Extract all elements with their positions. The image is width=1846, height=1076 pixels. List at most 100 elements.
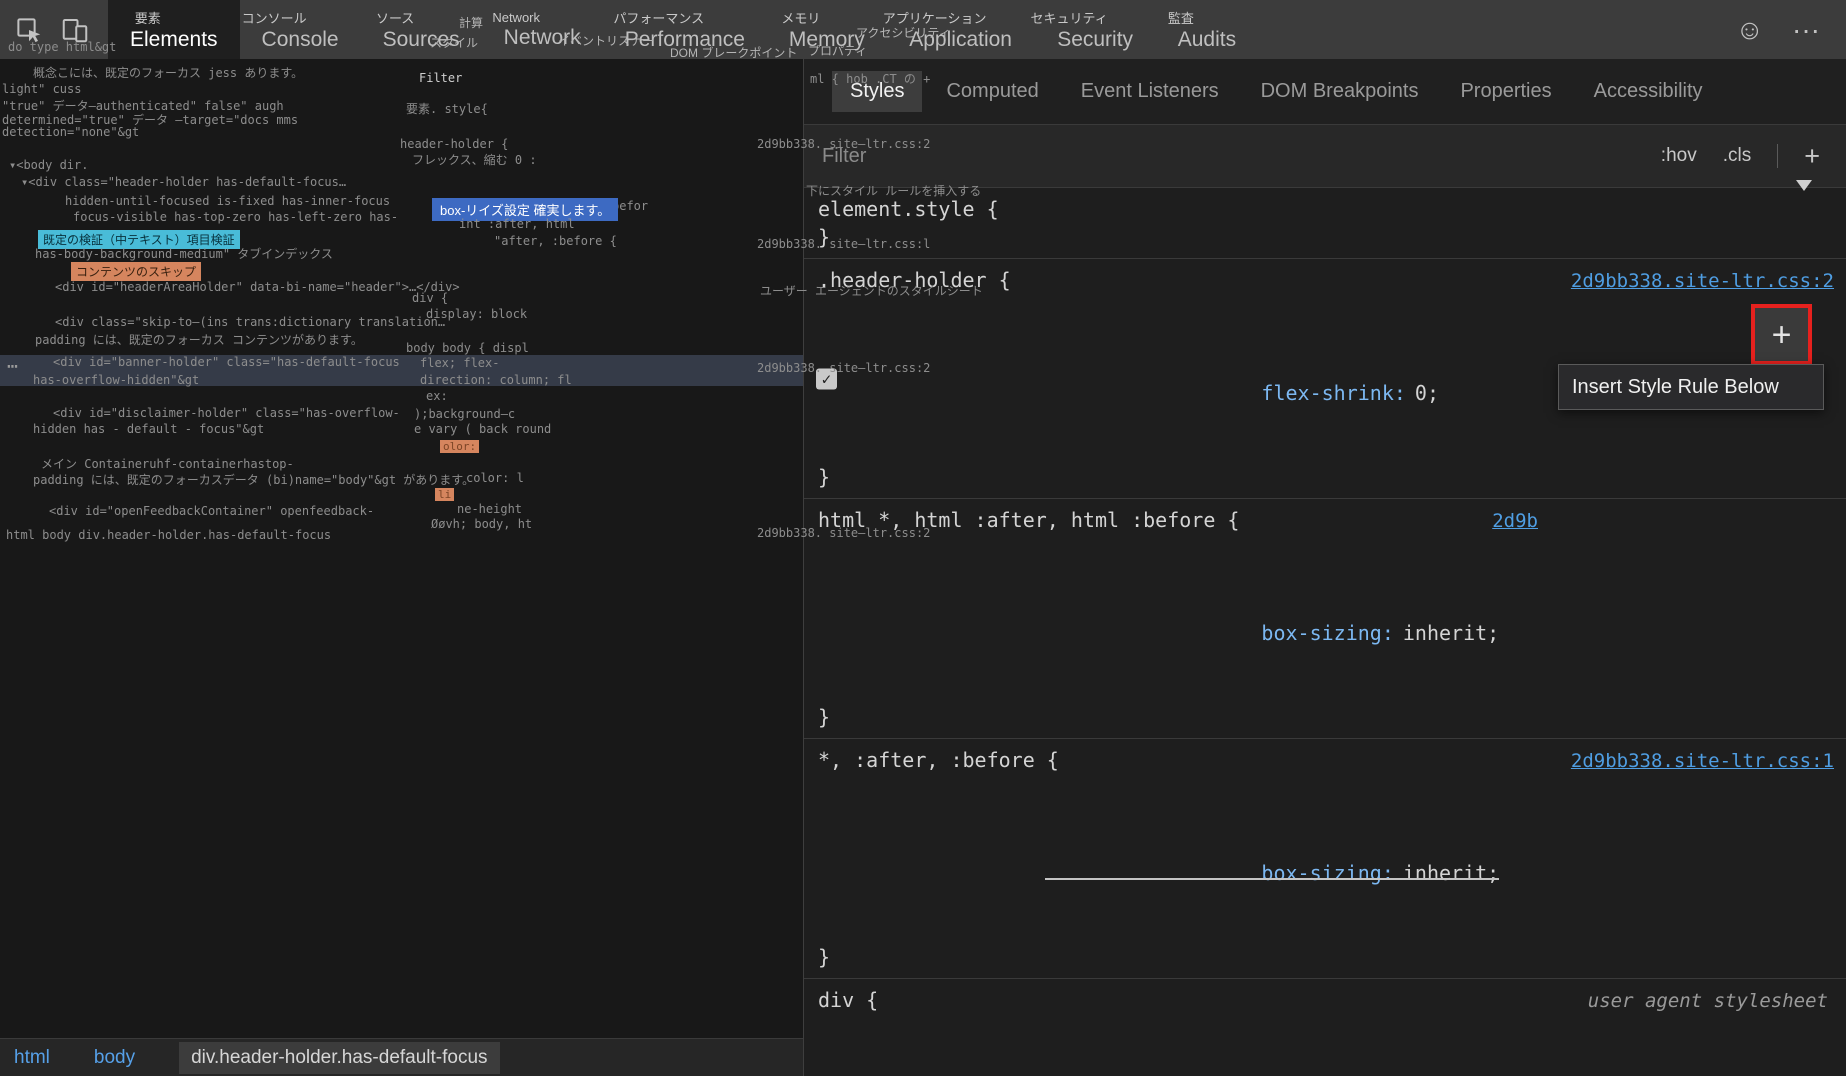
dom-tree-line[interactable]: ▸ <div class= "mainContainer uhf-contain… (0, 902, 803, 932)
rule-selector[interactable]: html *, html :after, html :before { (818, 506, 1492, 534)
styles-panel-tab[interactable]: Accessibility (1576, 71, 1721, 112)
more-menu-icon[interactable]: ··· (1792, 15, 1820, 44)
devtools-tab[interactable]: セキュリティ Security (1031, 0, 1156, 59)
rule-selector[interactable]: .header-holder { (818, 266, 1571, 294)
dom-tree-line[interactable]: ▸ <div class= "content-header uhf-contai… (0, 629, 803, 659)
dom-tree-line[interactable]: hidden has-default-focus" ></div> (0, 841, 803, 871)
rule-closing-brace: } (818, 465, 831, 489)
tab-label-jp: パフォーマンス (613, 10, 705, 26)
toolbar-icon-group (0, 0, 90, 59)
dom-tree-line[interactable]: ▸ <head> … </head> (0, 294, 803, 324)
styles-panel-tab[interactable]: DOM Breakpoints (1243, 71, 1437, 112)
insert-style-rule-button[interactable]: + (1772, 318, 1792, 352)
dom-tree-line[interactable]: …" dir= "ltr" > (0, 325, 803, 355)
breadcrumb-item[interactable]: div.header-holder.has-default-focus (179, 1041, 500, 1074)
devtools-tab[interactable]: 監査 Audits (1156, 0, 1258, 59)
rule-header: html *, html :after, html :before { 2d9b (804, 506, 1846, 535)
css-declaration[interactable]: ✓ display:▶block; (804, 1015, 1846, 1076)
style-rule: *, :after, :before { 2d9bb338.site-ltr.c… (804, 739, 1846, 979)
elements-panel: ass=" hasSidebar hasPageActions hasBread… (0, 59, 804, 1076)
dom-breadcrumb-bar: html body div.header-holder.has-default-… (0, 1038, 803, 1076)
rule-header: .header-holder { 2d9bb338.site-ltr.css:2 (804, 266, 1846, 295)
breadcrumb-item[interactable]: html (14, 1047, 50, 1069)
new-style-rule-button[interactable]: + (1804, 141, 1820, 172)
rule-header: element.style { (804, 195, 1846, 223)
devtools-tab[interactable]: Network Network (482, 0, 603, 59)
device-toolbar-icon[interactable] (60, 15, 90, 45)
dom-tree-line[interactable]: conceptual has-default-focus js visible … (0, 142, 803, 172)
tab-label-en: Application (909, 27, 1012, 51)
devtools-toolbar: 要素 Elements コンソール Console ソース Sources Ne… (0, 0, 1846, 59)
tab-label-en: Audits (1177, 27, 1237, 51)
tab-label-jp: 要素 (134, 10, 161, 26)
dom-tree-line[interactable]: </div> (0, 598, 803, 628)
devtools-tab[interactable]: アプリケーション Application (883, 0, 1035, 59)
devtools-tab[interactable]: メモリ Memory (767, 0, 887, 59)
rule-selector[interactable]: div { (818, 986, 1588, 1014)
toggle-hover-state-button[interactable]: :hov (1661, 145, 1697, 167)
breadcrumb-item[interactable]: body (94, 1047, 135, 1069)
rule-selector[interactable]: element.style { (818, 195, 1834, 223)
rule-header: div { user agent stylesheet (804, 986, 1846, 1015)
feedback-smiley-icon[interactable]: ☺ (1735, 15, 1764, 44)
devtools-tab[interactable]: 要素 Elements (108, 0, 240, 59)
stylesheet-link[interactable]: 2d9bb338.site-ltr.css:1 (1571, 747, 1834, 775)
rule-selector[interactable]: *, :after, :before { (818, 746, 1571, 774)
dom-tree-line[interactable]: has-body-background-medium" tabindex= "1… (0, 507, 803, 537)
declaration-checkbox[interactable]: ✓ (816, 368, 837, 390)
stylesheet-link[interactable]: 2d9bb338.site-ltr.css:2 (1571, 267, 1834, 295)
property-name: flex-shrink: (1261, 381, 1406, 405)
dom-tree-line[interactable]: right-zero has-padding-m edium -text-cen… (0, 477, 803, 507)
dom-tree-line[interactable]: -focused is-fixed has-inner-focus (0, 416, 803, 446)
styles-panel: Styles Computed Event Listeners DOM Brea… (804, 59, 1846, 1076)
property-name: box-sizing: (1261, 621, 1394, 645)
tab-label-jp: アプリケーション (882, 10, 987, 26)
styles-tab-label: Accessibility (1593, 80, 1703, 102)
styles-tab-strip: Styles Computed Event Listeners DOM Brea… (804, 59, 1846, 125)
styles-tab-label: Styles (850, 80, 905, 102)
devtools-tab[interactable]: ソース Sources (361, 0, 482, 59)
dom-tree-line[interactable]: ▸ <div id= "headerAreaHolder" data-bi-na… (0, 568, 803, 598)
rule-closing-brace: } (818, 945, 831, 969)
dom-tree-line[interactable]: </div> (0, 781, 803, 811)
dom-tree-line[interactable]: …holder has-default-focus" > == $0 (0, 355, 803, 386)
dom-tree-line[interactable]: </div> (0, 963, 803, 993)
rule-closing-brace: } (818, 225, 831, 249)
tab-label-jp: 監査 (1167, 10, 1194, 26)
devtools-tab[interactable]: パフォーマンス Performance (603, 0, 767, 59)
css-declaration[interactable]: ✓ box-sizing:▶inherit; (804, 535, 1846, 703)
dom-tree-line[interactable]: light" …" dir= "ltr" data-css-variable-s… (0, 173, 803, 203)
devtools-tab[interactable]: コンソール Console (240, 0, 361, 59)
tab-label-jp: コンソール (241, 10, 307, 26)
dom-tree-line[interactable]: header" > … </div> (0, 689, 803, 719)
dom-tree-line[interactable]: has-overflow-hidden" > (0, 750, 803, 780)
styles-panel-tab[interactable]: Event Listeners (1063, 71, 1237, 112)
dom-tree-line[interactable]: "tr ue" "false" …th-status- (0, 203, 803, 233)
style-rules-top: element.style { } .header-holder { 2d9bb… (804, 188, 1846, 1076)
styles-panel-tab[interactable]: Properties (1442, 71, 1569, 112)
dom-tree-line[interactable]: ass=" hasSidebar hasPageActions hasBread… (0, 112, 803, 142)
property-value: inherit; (1402, 861, 1500, 885)
dom-tree-line[interactable]: padding has-default-focus" data-bi-name=… (0, 659, 803, 689)
toolbar-right-icons: ☺ ··· (1735, 0, 1846, 59)
styles-panel-tab[interactable]: Computed (928, 71, 1056, 112)
declaration-list: ✓ box-sizing:▶inherit; (804, 775, 1846, 943)
dom-tree-line[interactable]: main content </a> (0, 537, 803, 567)
inspect-element-icon[interactable] (14, 15, 44, 45)
dom-tree-line[interactable]: </div> (0, 872, 803, 902)
dom-tree-line[interactable]: <a href= "#main" class= "s -li (0, 386, 803, 416)
dom-tree-line[interactable]: <div id= "disclaimer-holder" class= "has… (0, 811, 803, 841)
dom-tree-line[interactable]: <div id= "banner-holder" class= "has-def… (0, 720, 803, 750)
dom-tree-line[interactable]: focus-v isible has-top-zero has-left-zer… (0, 446, 803, 476)
stylesheet-link[interactable]: 2d9b (1492, 507, 1538, 535)
dom-tree-line[interactable]: det get= "docs ms-format- (0, 234, 803, 264)
styles-filter-input[interactable] (822, 144, 1635, 168)
property-value: inherit; (1402, 621, 1500, 645)
styles-panel-tab[interactable]: Styles (832, 71, 923, 112)
style-rule: html *, html :after, html :before { 2d9b… (804, 499, 1846, 739)
dom-tree-line[interactable]: padding has-default-focus" data-bi-name=… (0, 933, 803, 963)
css-declaration[interactable]: ✓ box-sizing:▶inherit; (804, 775, 1846, 943)
dom-tree-line[interactable]: det ection =" none (0, 264, 803, 294)
toggle-element-classes-button[interactable]: .cls (1723, 145, 1752, 167)
dom-tree-line[interactable]: <div id= "openFeedbackContainer" class= … (0, 993, 803, 1023)
